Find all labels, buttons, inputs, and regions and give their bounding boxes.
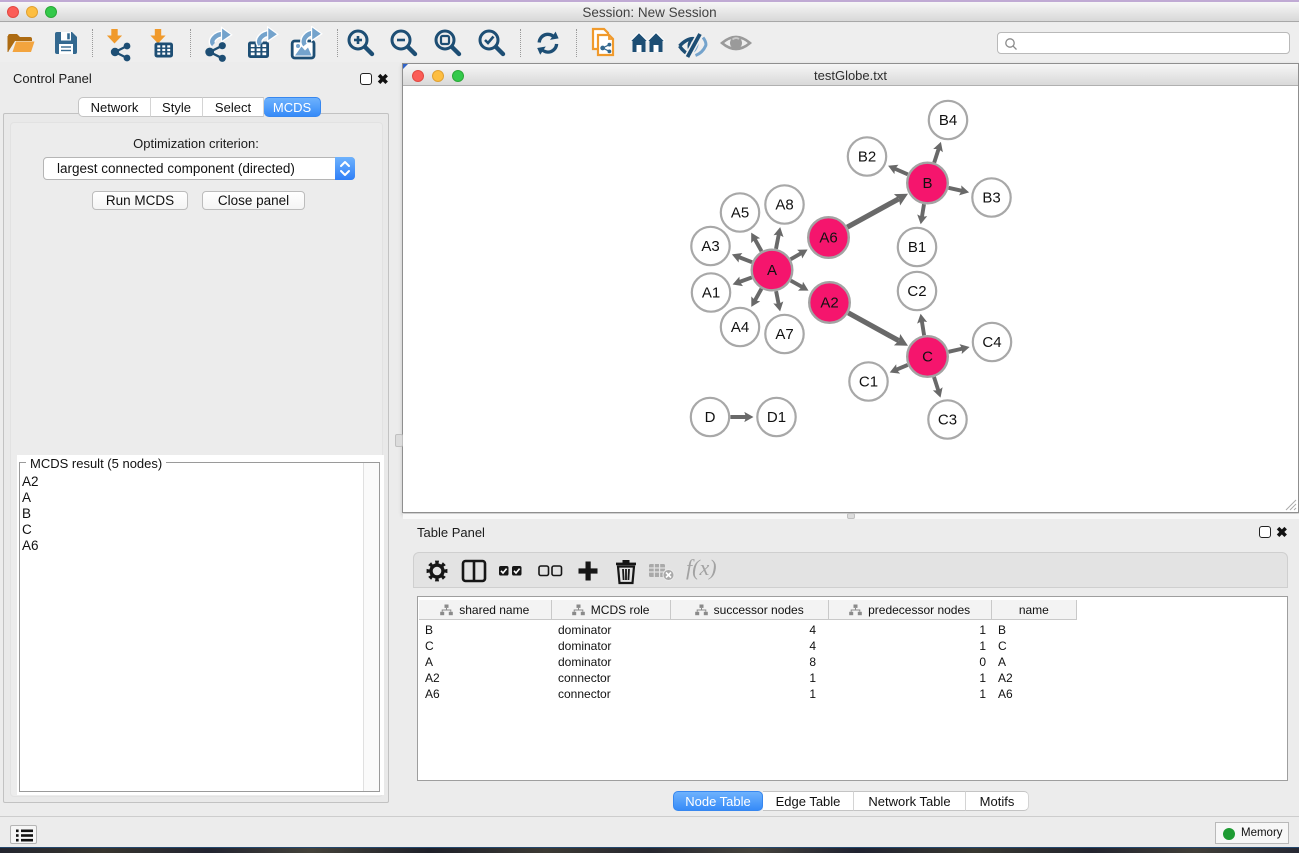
svg-text:B3: B3 <box>982 190 1000 207</box>
svg-text:A6: A6 <box>819 230 837 247</box>
svg-text:C3: C3 <box>938 412 957 429</box>
svg-text:A2: A2 <box>820 295 838 312</box>
svg-text:A1: A1 <box>702 285 720 302</box>
svg-text:C4: C4 <box>982 334 1001 351</box>
svg-text:C2: C2 <box>907 283 926 300</box>
svg-text:B1: B1 <box>908 239 926 256</box>
svg-text:A3: A3 <box>701 238 719 255</box>
svg-text:D1: D1 <box>767 409 786 426</box>
svg-text:A5: A5 <box>731 205 749 222</box>
svg-text:B: B <box>922 175 932 192</box>
svg-text:B4: B4 <box>939 112 957 129</box>
svg-text:A8: A8 <box>775 197 793 214</box>
svg-text:D: D <box>705 409 716 426</box>
svg-text:A: A <box>767 262 777 279</box>
svg-text:B2: B2 <box>858 149 876 166</box>
svg-text:C: C <box>922 349 933 366</box>
svg-text:A7: A7 <box>775 326 793 343</box>
svg-text:C1: C1 <box>859 374 878 391</box>
svg-text:A4: A4 <box>731 319 749 336</box>
